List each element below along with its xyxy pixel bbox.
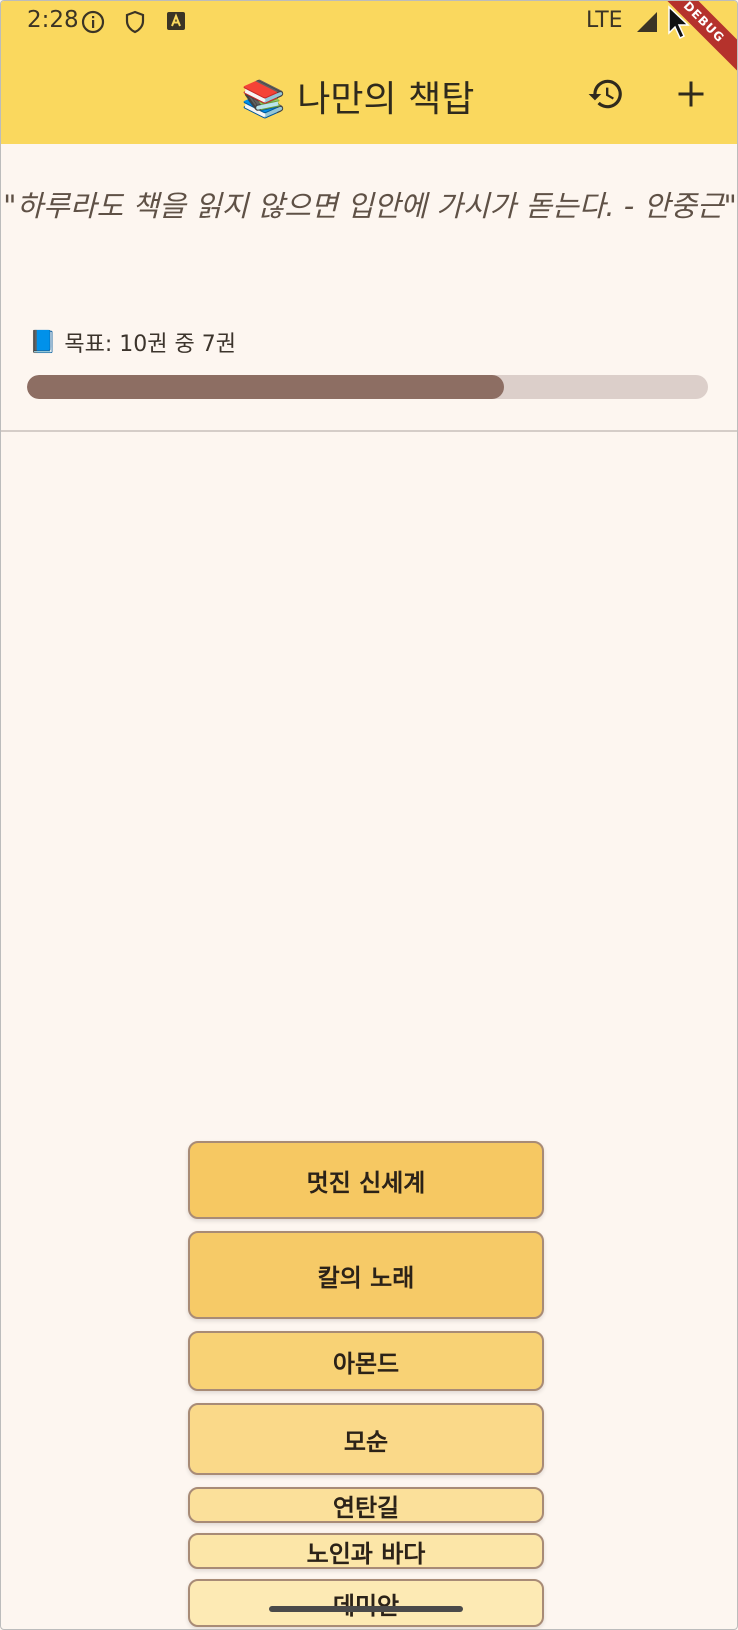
book-title: 연탄길 — [332, 1493, 400, 1522]
app-frame: 2:28 LTE DEBUG 📚 나만의 책탑 "하루라도 책을 읽지 않으면 … — [0, 0, 738, 1630]
book-item[interactable]: 모순 — [188, 1403, 544, 1475]
book-title: 데미안 — [333, 1586, 399, 1621]
add-book-button[interactable] — [661, 66, 721, 126]
book-item[interactable]: 멋진 신세계 — [188, 1141, 544, 1219]
book-item[interactable]: 노인과 바다 — [188, 1533, 544, 1569]
add-icon — [676, 79, 706, 113]
app-bar-title-row: 📚 나만의 책탑 — [1, 66, 737, 122]
book-title: 칼의 노래 — [317, 1263, 415, 1292]
status-bar: 2:28 LTE — [1, 1, 737, 45]
book-item[interactable]: 아몬드 — [188, 1331, 544, 1391]
book-item[interactable]: 연탄길 — [188, 1487, 544, 1523]
book-icon: 📘 — [29, 329, 57, 355]
shield-icon — [123, 10, 147, 38]
book-title: 멋진 신세계 — [306, 1168, 426, 1197]
home-indicator[interactable] — [269, 1606, 463, 1612]
goal-progress-fill — [27, 375, 504, 399]
app-bar: 2:28 LTE DEBUG 📚 나만의 책탑 — [1, 1, 737, 144]
goal-progress-bar — [27, 375, 708, 399]
info-circle-icon — [81, 10, 105, 38]
book-title: 아몬드 — [332, 1349, 400, 1378]
book-item[interactable]: 칼의 노래 — [188, 1231, 544, 1319]
goal-row: 📘 목표: 10권 중 7권 — [29, 326, 236, 358]
book-title: 모순 — [343, 1427, 389, 1456]
goal-label: 목표: 10권 중 7권 — [64, 332, 236, 357]
reading-quote: "하루라도 책을 읽지 않으면 입안에 가시가 돋는다. - 안중근" — [3, 189, 737, 223]
status-time: 2:28 — [27, 7, 79, 33]
book-title: 노인과 바다 — [306, 1539, 426, 1568]
divider — [1, 430, 737, 432]
book-item[interactable]: 데미안 — [188, 1579, 544, 1627]
signal-icon — [635, 10, 659, 38]
network-type: LTE — [586, 8, 623, 33]
page-title: 📚 나만의 책탑 — [241, 79, 475, 120]
history-button[interactable] — [576, 66, 636, 126]
history-icon — [587, 75, 625, 117]
a-badge-icon — [165, 10, 187, 36]
